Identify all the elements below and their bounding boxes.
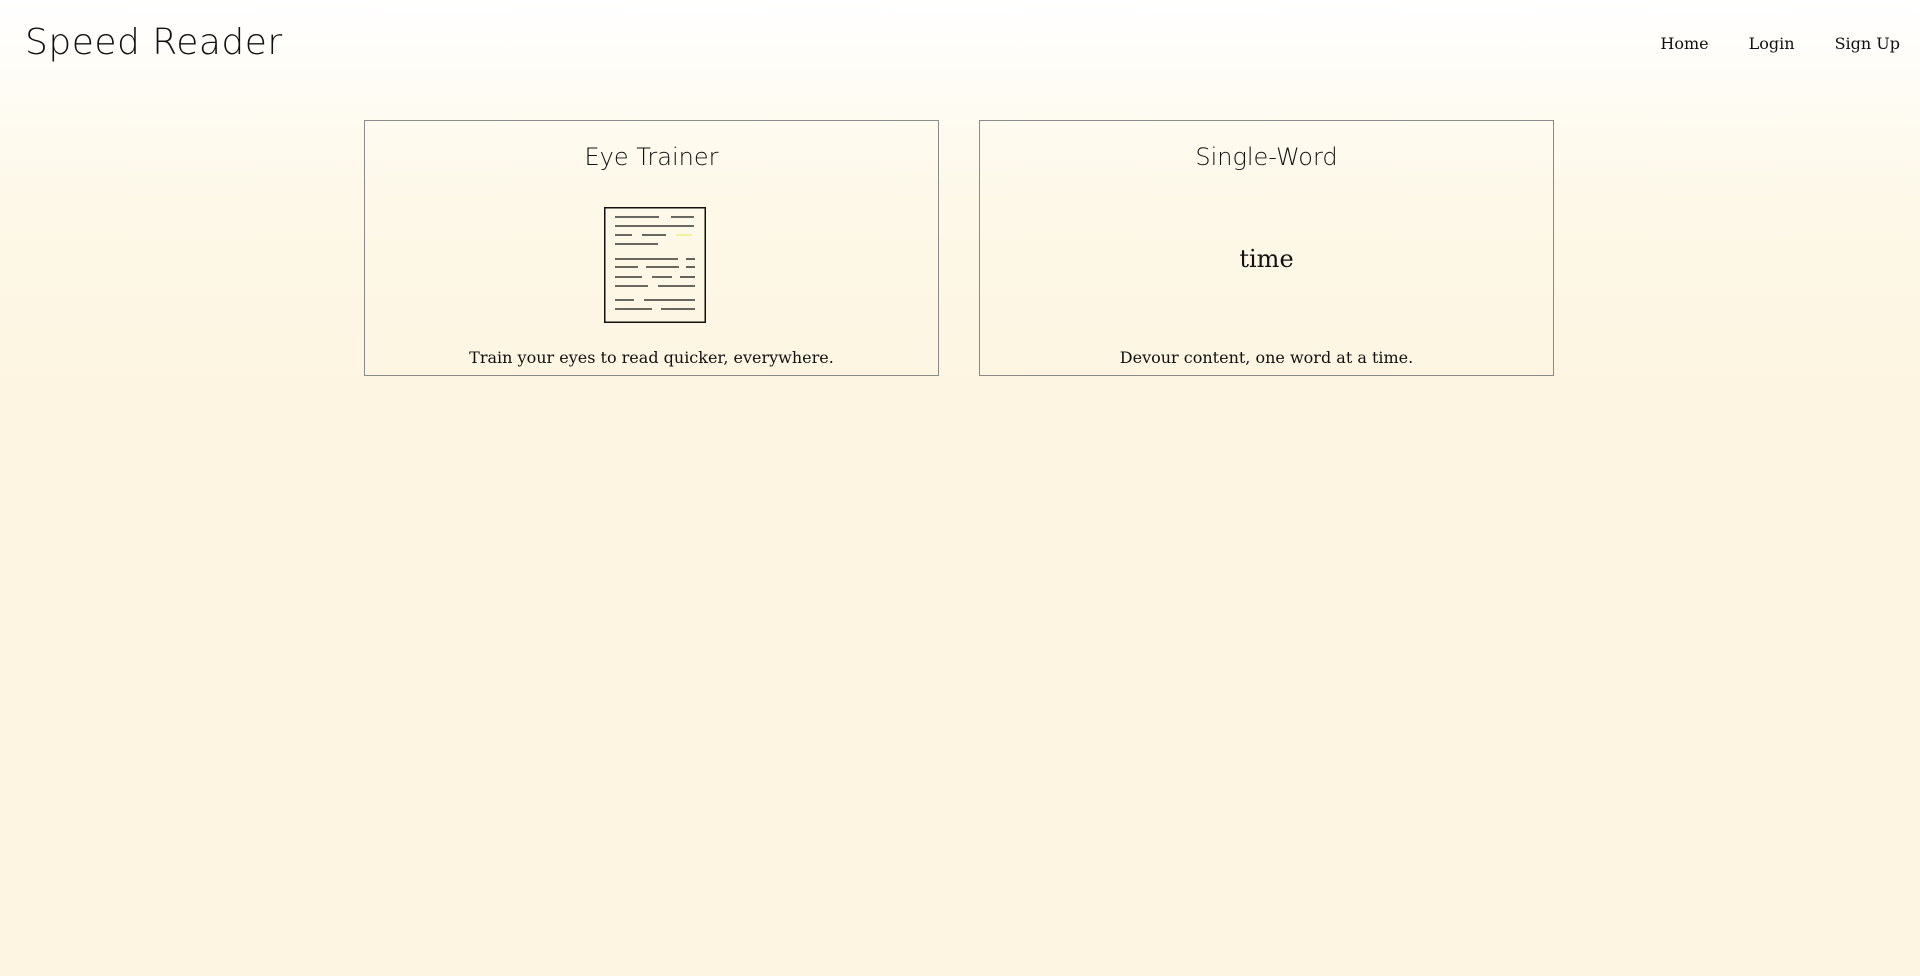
top-nav: Home Login Sign Up [1660,34,1900,53]
document-lines-icon [604,207,706,323]
eye-trainer-description: Train your eyes to read quicker, everywh… [469,348,834,367]
site-title[interactable]: Speed Reader [25,22,283,63]
nav-signup-link[interactable]: Sign Up [1835,34,1900,53]
nav-home-link[interactable]: Home [1660,34,1708,53]
eye-trainer-title: Eye Trainer [584,143,719,171]
single-word-description: Devour content, one word at a time. [1119,348,1414,367]
single-word-card[interactable]: Single-Word time Devour content, one wor… [979,120,1554,376]
single-word-display: time [1239,245,1294,273]
nav-login-link[interactable]: Login [1749,34,1795,53]
mode-cards: Eye Trainer Train your eyes to read quic… [364,120,1554,376]
single-word-title: Single-Word [1195,143,1338,171]
eye-trainer-card[interactable]: Eye Trainer Train your eyes to read quic… [364,120,939,376]
